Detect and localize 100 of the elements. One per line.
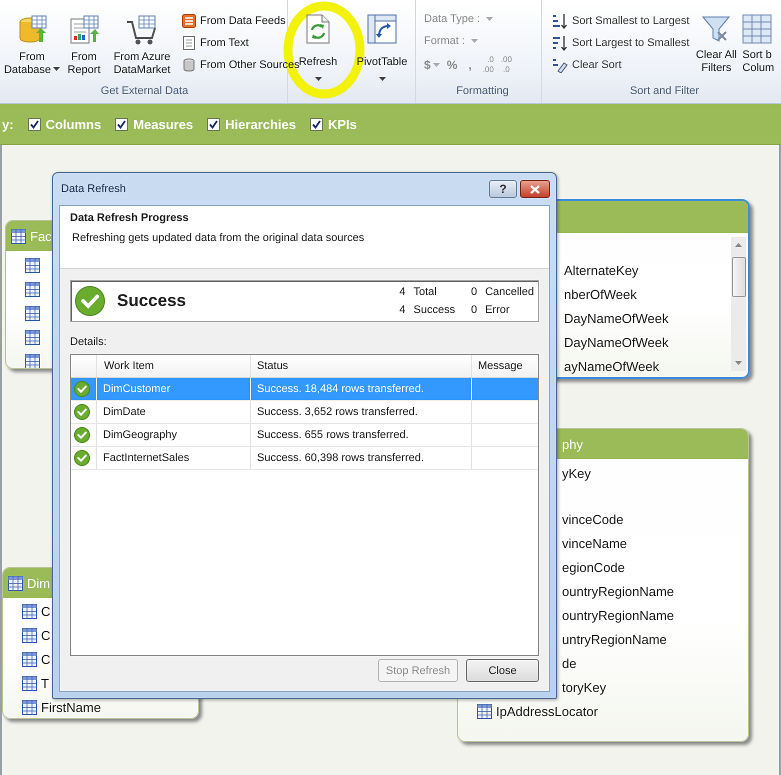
table-title: Fac [30,228,52,244]
column-name: toryKey [562,680,606,694]
table-title: Dim [27,576,50,590]
table-icon [25,258,40,272]
table-cell: Success. 655 rows transferred. [251,424,472,446]
success-icon [74,427,90,443]
column-name: vinceName [562,536,628,550]
column-header: Work Item [97,355,251,377]
ribbon-button[interactable]: From Text [182,34,300,52]
ribbon-button[interactable]: From Azure DataMarket [106,14,178,77]
column-name: nberOfWeek [564,286,637,302]
cart-icon [126,14,158,46]
scroll-thumb[interactable] [732,257,746,297]
cylinder-icon [182,58,196,72]
column-name: untryRegionName [562,632,667,646]
pivot-table-icon [367,14,397,44]
column-name: DayNameOfWeek [564,310,669,326]
table-row[interactable]: DimDate Success. 3,652 rows transferred. [71,401,538,424]
table-cell: Success. 60,398 rows transferred. [251,447,472,469]
feed-icon [182,14,196,28]
dialog-button[interactable]: Close [466,659,539,682]
column-name: ountryRegionName [562,584,674,598]
column-name: ountryRegionName [562,608,674,622]
close-icon [530,184,540,194]
report-icon [68,14,100,46]
table-icon [8,576,23,590]
stat-count: 0 [470,286,478,298]
table-icon [25,282,40,296]
table-cell: Success. 3,652 rows transferred. [251,401,472,423]
table-cell: DimGeography [97,424,251,446]
column-name: T [41,676,49,690]
table-cell: FactInternetSales [97,447,251,469]
group-label: Formatting [455,84,510,99]
column-name: vinceCode [562,512,624,526]
ribbon-button[interactable]: Clear Sort [552,56,690,74]
column-header: Status [251,355,472,377]
ribbon-button[interactable]: Clear All Filters [691,14,742,75]
check-icon [312,120,321,128]
success-icon [74,404,90,420]
scrollbar[interactable] [731,237,746,371]
refresh-icon [305,14,331,44]
group-label: Get External Data [100,84,190,99]
table-title: phy [562,436,583,452]
ribbon-button[interactable]: Sort b Colum [741,14,776,75]
column-name: FirstName [41,700,101,714]
table-icon [22,676,37,690]
ribbon-button[interactable]: Sort Largest to Smallest [552,34,690,52]
stat-count: 4 [398,304,406,316]
ribbon-button[interactable]: From Data Feeds [182,12,300,30]
scroll-up-icon [735,243,742,247]
stat-label: Total [414,286,438,298]
help-button[interactable]: ? [489,180,517,198]
table-icon [25,354,40,368]
stat-count: 4 [398,286,406,298]
column-name: C [41,652,50,666]
table-icon [11,228,26,244]
column-name: ayNameOfWeek [564,358,660,374]
sort-descending-icon [552,35,568,51]
success-icon [74,450,90,466]
check-icon [117,120,126,128]
details-label: Details: [70,336,108,348]
success-icon [74,381,90,397]
stat-count: 0 [470,304,478,316]
table-icon [477,704,492,718]
table-icon [22,628,37,642]
stat-label: Cancelled [485,286,534,298]
toolbar-label: y: [2,116,14,132]
table-icon [25,330,40,344]
ribbon-button[interactable]: Sort Smallest to Largest [552,12,690,30]
column-name: IpAddressLocator [496,704,598,718]
table-icon [22,652,37,666]
table-icon [22,700,37,714]
table-row[interactable]: FactInternetSales Success. 60,398 rows transferred. [71,447,538,470]
dialog-description: Refreshing gets updated data from the original data sources [71,232,366,244]
grid-icon [742,14,772,44]
table-cell: Success. 18,484 rows transferred. [251,378,472,400]
column-name: yKey [562,466,591,480]
table-row[interactable]: DimGeography Success. 655 rows transferred. [71,424,538,447]
column-name: AlternateKey [564,262,638,278]
ribbon-button[interactable]: From Database [2,14,62,77]
dialog-heading: Data Refresh Progress [70,212,190,224]
caret-icon [486,17,494,21]
table-icon [25,306,40,320]
column-name: egionCode [562,560,625,574]
check-icon [209,120,218,128]
funnel-icon [701,14,732,44]
column-name: de [562,656,576,670]
stat-label: Error [485,304,511,316]
table-cell: DimDate [97,401,251,423]
ribbon-button[interactable]: From Report [62,14,106,77]
column-name: C [41,604,50,618]
column-name: C [41,628,50,642]
sort-ascending-icon [552,13,568,29]
column-header: Message [477,359,524,374]
table-cell: DimCustomer [97,378,251,400]
clear-sort-icon [552,57,568,73]
check-icon [30,120,39,128]
table-icon [22,604,37,618]
close-button[interactable] [520,180,550,198]
window-title: Data Refresh [60,183,127,195]
